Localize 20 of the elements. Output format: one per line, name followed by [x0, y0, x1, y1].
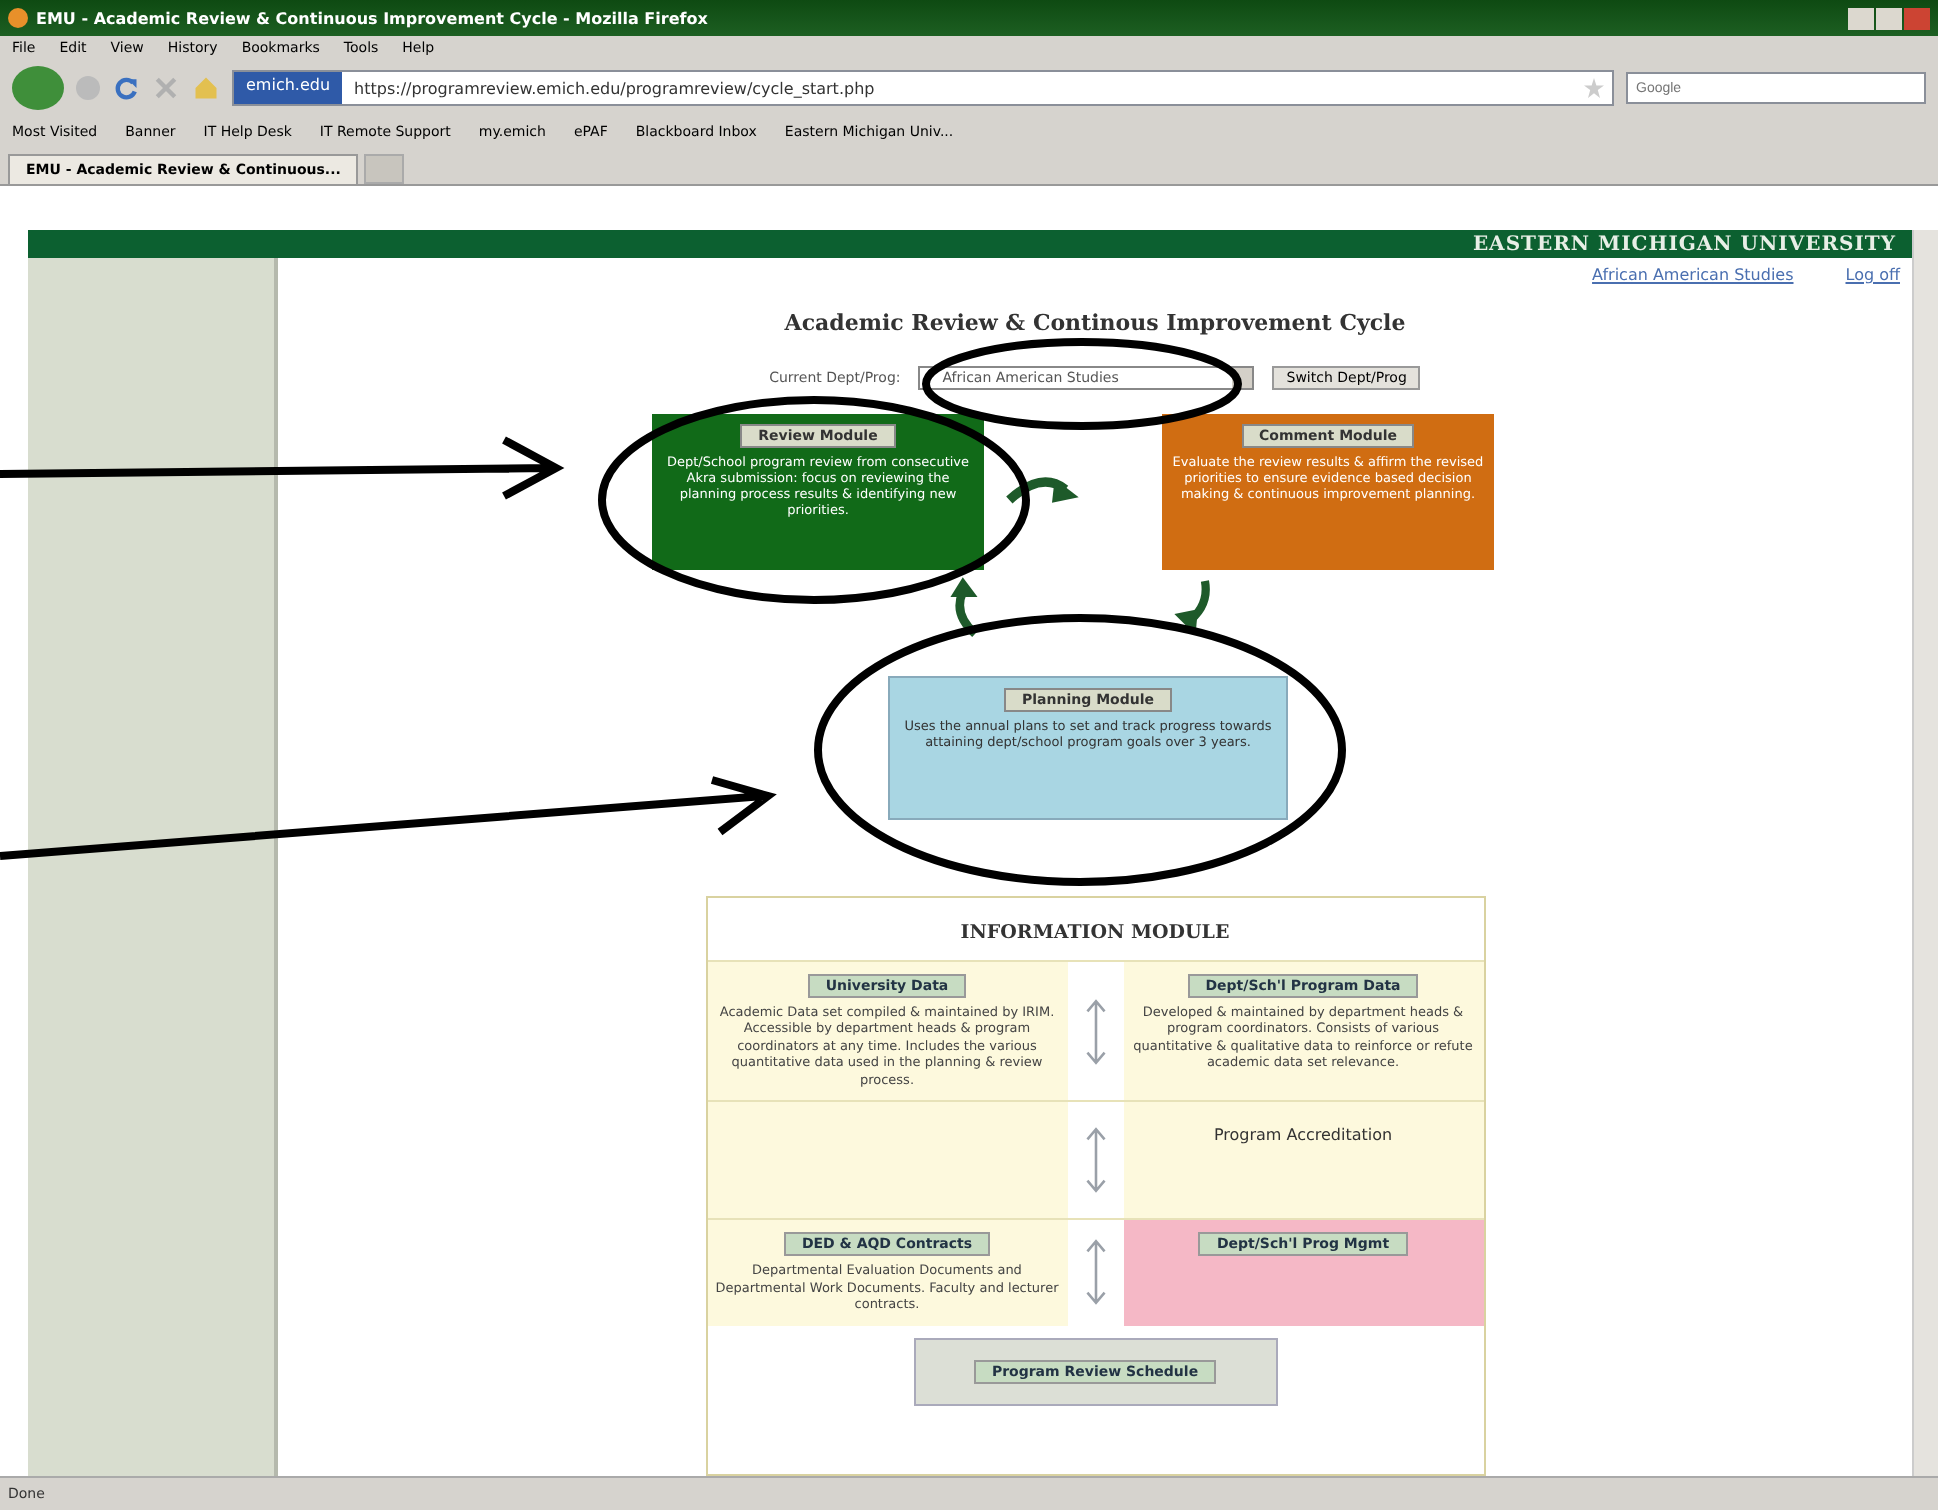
curved-arrow-icon: [948, 574, 980, 642]
window-controls[interactable]: [1848, 7, 1930, 29]
section-heading: INFORMATION MODULE: [958, 920, 1232, 948]
site-identity-button[interactable]: emich.edu: [234, 72, 343, 104]
home-icon[interactable]: [192, 74, 220, 102]
address-bar[interactable]: emich.edu https://programreview.emich.edu/programreview/cycle_start.php: [232, 70, 1614, 106]
info-label: Program Accreditation: [1213, 1126, 1393, 1145]
window-title: EMU - Academic Review & Continuous Improvement Cycle - Mozilla Firefox: [36, 9, 710, 27]
scrollbar[interactable]: [1912, 230, 1938, 1476]
university-name: EASTERN MICHIGAN UNIVERSITY: [1472, 233, 1896, 255]
double-arrow-icon: [1083, 1236, 1107, 1309]
stop-icon[interactable]: [152, 74, 180, 102]
user-link[interactable]: Log off: [1845, 266, 1900, 284]
reload-icon[interactable]: [112, 74, 140, 102]
page-title: Academic Review & Continous Improvement Cycle: [784, 310, 1406, 336]
new-tab-button[interactable]: [364, 154, 405, 184]
double-arrow-icon: [1083, 1124, 1107, 1197]
double-arrow-icon: [1083, 995, 1107, 1068]
user-link[interactable]: African American Studies: [1592, 266, 1794, 284]
url-text: https://programreview.emich.edu/programreview/cycle_start.php: [354, 79, 877, 97]
